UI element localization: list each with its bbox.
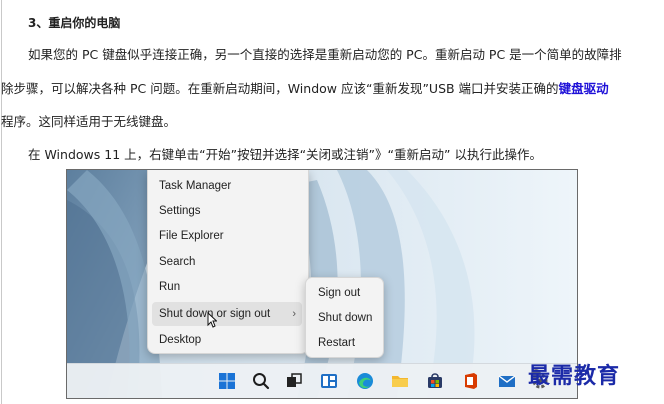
menu-item-task-manager[interactable]: Task Manager [152,174,302,198]
menu-item-file-explorer[interactable]: File Explorer [152,224,302,248]
chevron-right-icon: › [292,308,296,320]
office-icon[interactable] [461,371,481,391]
file-explorer-icon[interactable] [390,371,410,391]
mail-icon[interactable] [497,371,517,391]
menu-item-settings[interactable]: Settings [152,199,302,223]
paragraph-line: 除步骤，可以解决各种 PC 问题。在重新启动期间，Window 应该“重新发现”… [1,80,609,98]
article: 3、重启你的电脑 如果您的 PC 键盘似乎连接正确，另一个直接的选择是重新启动您… [0,0,664,404]
windows11-screenshot: Task Manager Settings File Explorer Sear… [66,169,578,399]
search-icon[interactable] [251,371,271,391]
edge-icon[interactable] [355,371,375,391]
paragraph-line: 程序。这同样适用于无线键盘。 [1,114,177,129]
menu-item-desktop[interactable]: Desktop [152,328,302,352]
menu-item-run[interactable]: Run [152,275,302,299]
widgets-icon[interactable] [319,371,339,391]
site-watermark: 最需教育 [528,363,621,389]
menu-item-search[interactable]: Search [152,250,302,274]
store-icon[interactable] [425,371,445,391]
mouse-cursor-icon [207,312,217,328]
paragraph-text: 除步骤，可以解决各种 PC 问题。在重新启动期间，Window 应该“重新发现”… [1,81,559,96]
menu-item-shut-down-or-sign-out[interactable]: Shut down or sign out › [152,302,302,326]
submenu-item-shut-down[interactable]: Shut down [311,307,379,329]
taskbar [67,363,577,398]
submenu-item-restart[interactable]: Restart [311,332,379,354]
task-view-icon[interactable] [284,371,304,391]
submenu-item-sign-out[interactable]: Sign out [311,282,379,304]
instruction-paragraph: 在 Windows 11 上，右键单击“开始”按钮并选择“关闭或注销”》“重新启… [28,147,542,162]
paragraph-line: 如果您的 PC 键盘似乎连接正确，另一个直接的选择是重新启动您的 PC。重新启动… [28,47,622,62]
shut-down-submenu: Sign out Shut down Restart [305,277,384,358]
start-context-menu: Task Manager Settings File Explorer Sear… [147,170,309,354]
keyboard-driver-link[interactable]: 键盘驱动 [559,81,609,96]
windows-start-icon[interactable] [217,371,237,391]
section-heading: 3、重启你的电脑 [28,16,121,30]
